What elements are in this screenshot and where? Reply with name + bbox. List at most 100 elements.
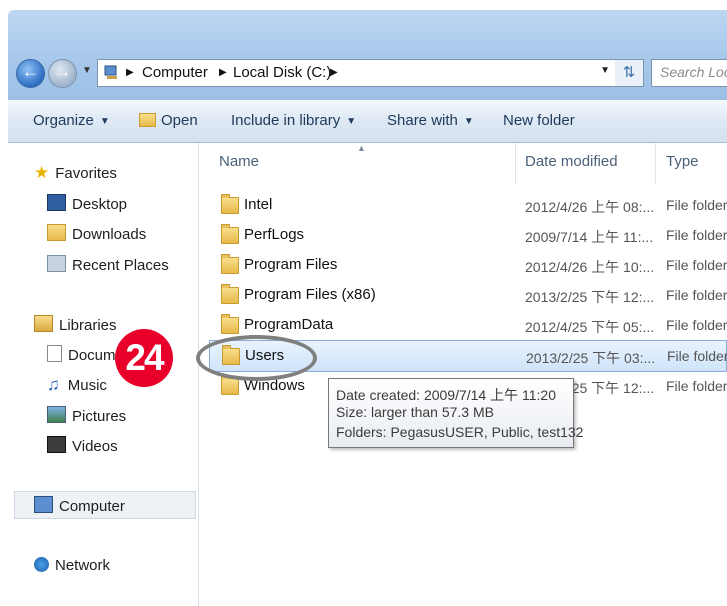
step-number-badge: 24 [115, 329, 173, 387]
share-with-button[interactable]: Share with ▼ [387, 112, 474, 129]
file-row-program-files[interactable]: Program Files 2012/4/26 上午 10:... File f… [199, 250, 727, 280]
recent-places-label: Recent Places [72, 257, 169, 274]
navigation-pane: ★ Favorites Desktop Downloads Recent Plac… [8, 143, 199, 606]
chevron-down-icon: ▼ [99, 116, 110, 127]
tooltip-date-created: Date created: 2009/7/14 上午 11:20 [336, 387, 556, 403]
include-in-library-button[interactable]: Include in library ▼ [231, 112, 356, 129]
star-icon: ★ [34, 163, 50, 182]
file-date: 2012/4/26 上午 10:... [525, 259, 655, 275]
tooltip-size: Size: larger than 57.3 MB [336, 404, 494, 420]
organize-button[interactable]: Organize ▼ [33, 112, 110, 129]
documents-icon [47, 345, 62, 362]
libraries-icon [34, 315, 53, 332]
breadcrumb-arrow-icon[interactable]: ▶ [219, 67, 227, 78]
open-label: Open [161, 112, 198, 129]
sidebar-item-favorites[interactable]: ★ Favorites [34, 163, 117, 182]
sidebar-item-network[interactable]: Network [34, 557, 110, 574]
breadcrumb-arrow-icon[interactable]: ▶ [126, 67, 134, 78]
file-date: 2012/4/25 下午 05:... [525, 319, 655, 335]
breadcrumb-local-disk[interactable]: Local Disk (C:) [233, 64, 331, 81]
file-date: 2012/4/26 上午 08:... [525, 199, 655, 215]
folder-icon [221, 375, 239, 395]
folder-icon [221, 314, 239, 334]
refresh-icon: ⇅ [622, 64, 636, 81]
file-type: File folder [666, 378, 727, 394]
organize-label: Organize [33, 112, 94, 129]
sort-ascending-icon: ▲ [357, 143, 366, 153]
search-input[interactable]: Search Loca [651, 59, 727, 87]
file-date: 2009/7/14 上午 11:... [525, 229, 654, 245]
file-name: PerfLogs [244, 226, 305, 243]
sidebar-item-videos[interactable]: Videos [47, 436, 118, 455]
file-type: File folder [666, 227, 727, 243]
column-header-date-modified[interactable]: Date modified [525, 153, 618, 170]
file-type: File folder [666, 287, 727, 303]
recent-places-icon [47, 255, 66, 272]
chevron-down-icon: ▼ [463, 116, 474, 127]
forward-button[interactable]: → [48, 59, 77, 88]
chevron-down-icon: ▼ [346, 116, 357, 127]
file-row-intel[interactable]: Intel 2012/4/26 上午 08:... File folder [199, 190, 727, 220]
file-name: ProgramData [244, 316, 334, 333]
computer-icon [34, 496, 53, 513]
file-row-programdata[interactable]: ProgramData 2012/4/25 下午 05:... File fol… [199, 310, 727, 340]
file-type: File folder [667, 348, 727, 364]
sidebar-item-recent-places[interactable]: Recent Places [47, 255, 169, 274]
computer-label: Computer [59, 498, 125, 515]
file-name: Program Files [244, 256, 338, 273]
highlight-circle-annotation [196, 335, 317, 381]
libraries-label: Libraries [59, 317, 117, 334]
breadcrumb-arrow-icon[interactable]: ▶ [330, 67, 338, 78]
pictures-label: Pictures [72, 408, 127, 425]
documents-label: Docum [68, 347, 116, 364]
folder-icon [221, 194, 239, 214]
sidebar-item-downloads[interactable]: Downloads [47, 224, 146, 243]
search-placeholder: Search Loca [660, 64, 727, 80]
column-header-name[interactable]: Name [219, 153, 259, 170]
pictures-icon [47, 406, 66, 423]
sidebar-item-computer[interactable]: Computer [34, 496, 125, 515]
file-row-program-files-x86[interactable]: Program Files (x86) 2013/2/25 下午 12:... … [199, 280, 727, 310]
folder-icon [221, 224, 239, 244]
refresh-button[interactable]: ⇅ [615, 59, 644, 87]
network-label: Network [55, 557, 111, 574]
downloads-label: Downloads [72, 226, 147, 243]
file-type: File folder [666, 257, 727, 273]
command-toolbar: Organize ▼ Open Include in library ▼ Share… [8, 100, 727, 143]
open-folder-icon [139, 113, 156, 127]
sidebar-item-desktop[interactable]: Desktop [47, 194, 127, 213]
new-folder-button[interactable]: New folder [503, 112, 575, 129]
recent-pages-dropdown-icon[interactable]: ▼ [82, 65, 92, 76]
back-button[interactable]: ← [16, 59, 45, 88]
file-type: File folder [666, 197, 727, 213]
favorites-label: Favorites [55, 165, 117, 182]
file-date: 2013/2/25 下午 12:... [525, 289, 655, 305]
computer-icon [104, 65, 117, 79]
sidebar-item-pictures[interactable]: Pictures [47, 406, 126, 425]
videos-icon [47, 436, 66, 453]
file-type: File folder [666, 317, 727, 333]
column-divider[interactable] [515, 143, 516, 185]
file-name: Program Files (x86) [244, 286, 376, 303]
sidebar-item-documents[interactable]: Docum [47, 345, 116, 364]
breadcrumb-computer[interactable]: Computer [142, 64, 208, 81]
sidebar-item-libraries[interactable]: Libraries [34, 315, 117, 334]
column-divider[interactable] [655, 143, 656, 185]
downloads-folder-icon [47, 224, 66, 241]
share-with-label: Share with [387, 112, 458, 129]
sidebar-item-music[interactable]: ♫ Music [47, 375, 107, 394]
desktop-label: Desktop [72, 196, 128, 213]
address-bar[interactable]: ▶ Computer ▶ Local Disk (C:) ▶ ▼ [97, 59, 617, 87]
tooltip-folders: Folders: PegasusUSER, Public, test132 [336, 424, 584, 440]
address-history-dropdown-icon[interactable]: ▼ [600, 65, 610, 76]
open-button[interactable]: Open [139, 112, 198, 129]
music-label: Music [67, 377, 107, 394]
column-header-type[interactable]: Type [666, 153, 699, 170]
desktop-icon [47, 194, 66, 211]
videos-label: Videos [72, 438, 118, 455]
file-row-perflogs[interactable]: PerfLogs 2009/7/14 上午 11:... File folder [199, 220, 727, 250]
navigation-bar: ← → ▼ ▶ Computer ▶ Local Disk (C:) ▶ ▼ ⇅… [8, 52, 727, 94]
network-icon [34, 557, 49, 572]
folder-icon [221, 254, 239, 274]
music-note-icon: ♫ [47, 375, 60, 394]
